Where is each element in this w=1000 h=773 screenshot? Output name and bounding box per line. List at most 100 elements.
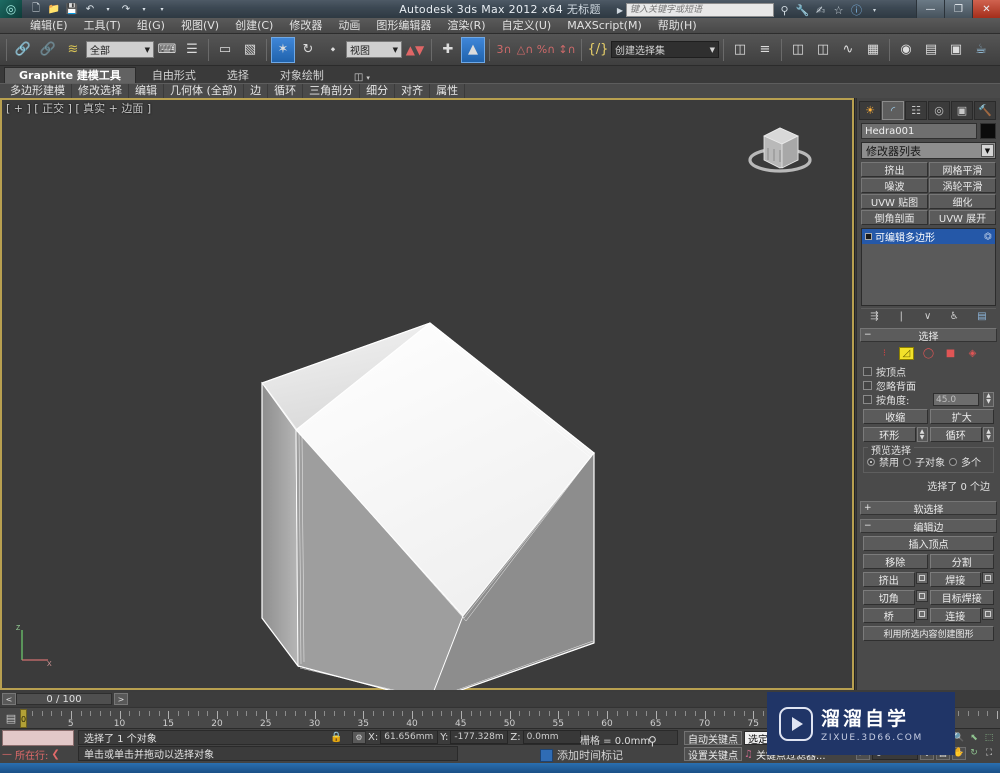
mini-listener-pink[interactable] <box>2 730 74 746</box>
remove-modifier-icon[interactable]: ♿ <box>950 311 959 322</box>
ribbon-tab-freeform[interactable]: 自由形式 <box>137 67 211 83</box>
viewport-orthographic[interactable]: [ + ] [ 正交 ] [ 真实 + 边面 ] Z X <box>0 98 855 690</box>
edge-subobject-icon[interactable]: ◿ <box>899 347 914 360</box>
rollout-edit-edges-collapse-icon[interactable]: − <box>864 521 872 531</box>
search-expand-icon[interactable]: ▶ <box>617 6 623 15</box>
menu-graph-editors[interactable]: 图形编辑器 <box>368 18 439 34</box>
use-center-flyout-icon[interactable]: ▲▼ <box>403 37 427 63</box>
help-question-icon[interactable]: ⓘ <box>849 2 864 18</box>
edit-edges-chamfer[interactable]: 切角 <box>863 590 915 605</box>
render-setup-icon[interactable]: ▤ <box>919 37 943 63</box>
schematic-view-icon[interactable]: ▦ <box>861 37 885 63</box>
ribbon-triangulation[interactable]: 三角剖分 <box>303 84 361 98</box>
ribbon-options-chevron-icon[interactable]: ▾ <box>366 74 370 82</box>
modifier-uvw-unwrap[interactable]: UVW 展开 <box>929 210 996 225</box>
angle-snap-toggle-icon[interactable]: 3∩ <box>494 37 514 63</box>
bind-to-space-warp-icon[interactable]: ≋ <box>61 37 85 63</box>
modifier-meshsmooth[interactable]: 网格平滑 <box>929 162 996 177</box>
vertex-subobject-icon[interactable]: ⁝ <box>877 347 892 360</box>
rollout-expand-icon[interactable]: + <box>864 503 872 513</box>
object-name-field[interactable]: Hedra001 <box>861 123 977 139</box>
edit-edges-weld-settings[interactable] <box>982 572 994 584</box>
stack-expand-icon[interactable] <box>865 233 872 240</box>
polygon-subobject-icon[interactable]: ■ <box>943 347 958 360</box>
key-mode-icon[interactable]: ⚲ <box>648 734 657 748</box>
edit-edges-bridge[interactable]: 桥 <box>863 608 915 623</box>
coord-z-field[interactable]: 0.0mm <box>522 730 581 744</box>
menu-customize[interactable]: 自定义(U) <box>494 18 560 34</box>
edit-edges-chamfer-settings[interactable] <box>915 590 928 602</box>
render-production-icon[interactable]: ☕ <box>969 37 993 63</box>
modifier-extrude[interactable]: 挤出 <box>861 162 928 177</box>
menu-help[interactable]: 帮助(H) <box>650 18 705 34</box>
menu-rendering[interactable]: 渲染(R) <box>439 18 493 34</box>
selection-filter-dropdown[interactable]: 全部 ▼ <box>86 41 154 58</box>
snaps-toggle-icon[interactable]: ▲ <box>461 36 485 63</box>
auto-key-button[interactable]: 自动关键点 <box>684 731 742 746</box>
time-tag-icon[interactable] <box>540 748 553 762</box>
edit-edges-target-weld[interactable]: 目标焊接 <box>929 590 994 605</box>
set-key-button[interactable]: 设置关键点 <box>684 747 742 762</box>
selection-lock-toggle-icon[interactable]: ⚙ <box>352 731 366 744</box>
menu-maxscript[interactable]: MAXScript(M) <box>559 18 650 34</box>
configure-modifier-sets-icon[interactable]: ▤ <box>977 311 986 322</box>
checkbox-by-vertex[interactable]: 按顶点 <box>863 364 994 379</box>
material-editor-icon[interactable]: ◉ <box>894 37 918 63</box>
grow-button[interactable]: 扩大 <box>929 409 994 424</box>
next-frame-button[interactable]: > <box>114 693 128 705</box>
ribbon-align[interactable]: 对齐 <box>395 84 431 98</box>
select-and-rotate-icon[interactable]: ↻ <box>296 37 320 63</box>
border-subobject-icon[interactable]: ◯ <box>921 347 936 360</box>
ribbon-properties[interactable]: 属性 <box>430 84 466 98</box>
undo-icon[interactable]: ↶ <box>82 2 98 17</box>
mirror-icon[interactable]: ◫ <box>728 37 752 63</box>
modifier-turbosmooth[interactable]: 涡轮平滑 <box>929 178 996 193</box>
ribbon-tab-graphite-modeling[interactable]: Graphite 建模工具 <box>4 67 136 83</box>
loop-spinner[interactable]: ▲ ▼ <box>983 427 994 442</box>
select-and-scale-icon[interactable]: ⬩ <box>321 37 345 63</box>
modifier-list-dropdown[interactable]: 修改器列表 ▼ <box>861 142 996 159</box>
ribbon-polygon-modeling[interactable]: 多边形建模 <box>4 84 72 98</box>
modifier-tessellate[interactable]: 细化 <box>929 194 996 209</box>
maximize-button[interactable]: ❐ <box>944 0 972 18</box>
ribbon-subdivision[interactable]: 细分 <box>360 84 396 98</box>
redo-dropdown-icon[interactable]: ▾ <box>136 2 152 17</box>
edit-edges-remove[interactable]: 移除 <box>863 554 928 569</box>
rectangular-selection-region-icon[interactable]: ▭ <box>213 37 237 63</box>
redo-icon[interactable]: ↷ <box>118 2 134 17</box>
checkbox-by-vertex-box[interactable] <box>863 366 872 376</box>
checkbox-by-angle[interactable]: 按角度: 45.0 ▲ ▼ <box>863 391 994 407</box>
panel-tab-display[interactable]: ▣ <box>951 100 973 120</box>
ribbon-tab-selection[interactable]: 选择 <box>212 67 264 83</box>
edit-edges-create-shape[interactable]: 利用所选内容创建图形 <box>863 626 994 641</box>
viewport-label[interactable]: [ + ] [ 正交 ] [ 真实 + 边面 ] <box>6 100 151 116</box>
previous-frame-button[interactable]: < <box>2 693 16 705</box>
rendered-frame-window-icon[interactable]: ▣ <box>944 37 968 63</box>
by-angle-spinner[interactable]: ▲ ▼ <box>983 391 994 407</box>
modifier-bevel-profile[interactable]: 倒角剖面 <box>861 210 928 225</box>
menu-animation[interactable]: 动画 <box>330 18 368 34</box>
time-slider-handle[interactable]: 0 <box>20 709 27 728</box>
menu-views[interactable]: 视图(V) <box>173 18 227 34</box>
edit-edges-bridge-settings[interactable] <box>915 608 928 620</box>
percent-snap-toggle-icon[interactable]: △∩ <box>515 37 535 63</box>
pin-stack-icon[interactable]: ⇶ <box>870 311 878 322</box>
select-and-move-icon[interactable]: ✶ <box>271 36 295 63</box>
checkbox-by-angle-box[interactable] <box>863 394 872 404</box>
checkbox-ignore-backfacing-box[interactable] <box>863 380 872 390</box>
zoom-extents-icon[interactable]: ⬚ <box>982 731 996 744</box>
rollout-selection-header[interactable]: − 选择 <box>860 328 997 343</box>
panel-tab-motion[interactable]: ◎ <box>928 100 950 120</box>
named-selection-set-dropdown[interactable]: 创建选择集 ▼ <box>611 41 719 58</box>
new-file-icon[interactable]: 🗋 <box>28 2 44 17</box>
hand-tool-icon[interactable]: ✍ <box>813 4 828 17</box>
menu-modifiers[interactable]: 修改器 <box>281 18 330 34</box>
edit-named-selection-icon[interactable]: {/} <box>586 37 610 63</box>
mini-listener-row[interactable]: — 所在行: ❮ <box>2 747 74 762</box>
panel-tab-hierarchy[interactable]: ☷ <box>905 100 927 120</box>
menu-edit[interactable]: 编辑(E) <box>22 18 76 34</box>
maximize-viewport-icon[interactable]: ⛶ <box>982 746 996 759</box>
edit-edges-extrude[interactable]: 挤出 <box>863 572 915 587</box>
select-object-icon[interactable]: ⌨ <box>155 37 179 63</box>
menu-create[interactable]: 创建(C) <box>227 18 281 34</box>
